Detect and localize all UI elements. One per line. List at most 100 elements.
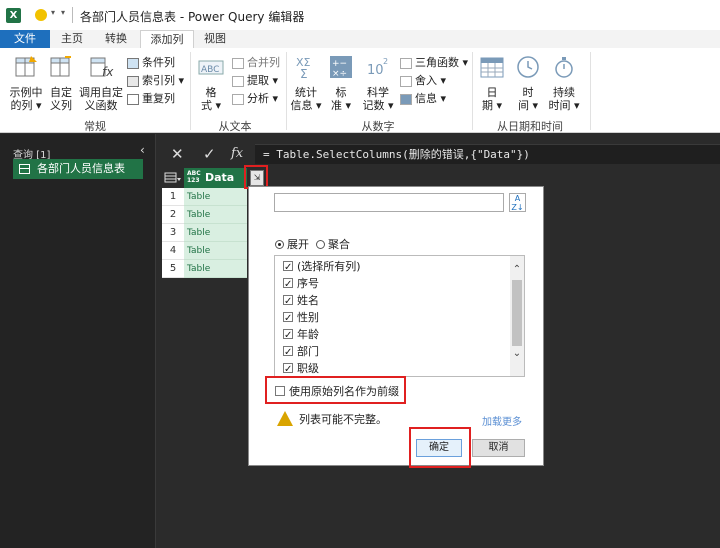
cancel-button[interactable]: 取消 — [472, 439, 525, 457]
collapse-queries-icon[interactable]: ‹ — [140, 143, 145, 157]
feedback-smiley-icon[interactable] — [35, 9, 47, 21]
insert-function-icon[interactable]: fx — [231, 146, 243, 161]
column-checkbox[interactable]: 职级 — [283, 360, 319, 376]
custom-column-label-2: 义列 — [50, 99, 72, 112]
table-menu-icon[interactable] — [162, 168, 184, 188]
tab-file[interactable]: 文件 — [0, 30, 50, 48]
merge-columns-label: 合并列 — [247, 56, 280, 69]
invoke-custom-function-button[interactable]: fx 调用自定 义函数 — [78, 54, 124, 112]
rounding-label: 舍入 — [415, 74, 437, 87]
radio-expand[interactable]: 展开 — [275, 236, 309, 252]
standard-operators-icon: +−×÷ — [330, 56, 352, 79]
table-cell[interactable]: Table — [184, 224, 247, 242]
tab-add-column[interactable]: 添加列 — [140, 30, 194, 48]
svg-text:Σ: Σ — [300, 67, 308, 80]
row-number: 5 — [162, 260, 184, 278]
group-separator — [286, 52, 287, 130]
column-checkbox[interactable]: 性别 — [283, 309, 319, 327]
rounding-button[interactable]: 舍入 ▾ — [400, 73, 446, 89]
scientific-button[interactable]: 10 2 科学 记数 ▾ — [360, 54, 396, 112]
information-icon — [400, 93, 412, 105]
svg-text:×÷: ×÷ — [332, 69, 347, 79]
scroll-up-icon[interactable]: ⌃ — [510, 264, 524, 275]
query-item[interactable]: 各部门人员信息表 — [13, 159, 143, 179]
row-number: 2 — [162, 206, 184, 224]
query-item-label: 各部门人员信息表 — [37, 162, 125, 175]
merge-columns-icon — [232, 57, 244, 69]
index-column-icon — [127, 75, 139, 87]
tab-transform[interactable]: 转换 — [94, 30, 138, 48]
table-cell[interactable]: Table — [184, 260, 247, 278]
column-checkbox[interactable]: 年龄 — [283, 326, 319, 344]
title-bar: X ▾ ▾ 各部门人员信息表 - Power Query 编辑器 — [0, 0, 720, 30]
formula-input[interactable]: = Table.SelectColumns(删除的错误,{"Data"}) — [255, 144, 720, 164]
group-separator — [472, 52, 473, 130]
sort-az-button[interactable]: A Z↓ — [509, 193, 526, 212]
scientific-power-icon: 102 — [367, 57, 388, 78]
standard-button[interactable]: +− ×÷ 标 准 ▾ — [326, 54, 356, 112]
clock-icon — [517, 56, 539, 78]
column-type-icon[interactable]: ABC 123 — [187, 170, 201, 184]
group-separator — [590, 52, 591, 130]
svg-text:ABC: ABC — [201, 65, 219, 75]
trigonometry-button[interactable]: 三角函数 ▾ — [400, 55, 468, 71]
invoke-function-icon: fx — [90, 57, 114, 79]
table-cell[interactable]: Table — [184, 242, 247, 260]
information-button[interactable]: 信息 ▾ — [400, 91, 446, 107]
duplicate-column-button[interactable]: 重复列 — [127, 91, 175, 107]
index-column-button[interactable]: 索引列 ▾ — [127, 73, 184, 89]
confirm-formula-icon[interactable]: ✓ — [203, 145, 216, 163]
time-button[interactable]: 时 间 ▾ — [512, 54, 544, 112]
column-checkbox[interactable]: 序号 — [283, 275, 319, 293]
table-cell[interactable]: Table — [184, 206, 247, 224]
format-button[interactable]: ABC 格 式 ▾ — [196, 54, 226, 112]
load-more-link[interactable]: 加载更多 — [482, 413, 522, 428]
standard-label-1: 标 — [335, 86, 347, 99]
svg-text:10: 10 — [367, 63, 384, 78]
trigonometry-label: 三角函数 — [415, 56, 459, 69]
conditional-column-button[interactable]: 条件列 — [127, 55, 175, 71]
checkbox-checked-icon — [283, 327, 293, 344]
queries-pane: 查询 [1] ‹ 各部门人员信息表 — [0, 134, 156, 548]
highlight-ok-button — [409, 427, 471, 468]
parse-button[interactable]: 分析 ▾ — [232, 91, 278, 107]
date-button[interactable]: 日 期 ▾ — [476, 54, 508, 112]
column-checkbox[interactable]: 姓名 — [283, 292, 319, 310]
rounding-icon — [400, 75, 412, 87]
duration-button[interactable]: 持续 时间 ▾ — [546, 54, 582, 112]
duration-label-2: 时间 ▾ — [548, 99, 580, 112]
statistics-label-2: 信息 ▾ — [290, 99, 322, 112]
date-label-2: 期 ▾ — [481, 99, 503, 112]
feedback-dropdown-icon[interactable]: ▾ — [51, 8, 55, 17]
custom-column-button[interactable]: 自定 义列 — [46, 54, 76, 112]
column-search-input[interactable] — [274, 193, 504, 212]
invoke-custom-function-label-1: 调用自定 — [79, 86, 123, 99]
column-checkbox[interactable]: 部门 — [283, 343, 319, 361]
svg-text:fx: fx — [102, 65, 114, 79]
trigonometry-icon — [400, 57, 412, 69]
quick-access-dropdown-icon[interactable]: ▾ — [61, 8, 65, 17]
column-list-scrollbar[interactable]: ⌃ ⌄ — [510, 256, 524, 376]
group-separator — [190, 52, 191, 130]
custom-column-icon — [50, 56, 71, 77]
formula-bar: ✕ ✓ fx = Table.SelectColumns(删除的错误,{"Dat… — [157, 140, 720, 166]
parse-icon — [232, 93, 244, 105]
table-cell[interactable]: Table — [184, 188, 247, 206]
cancel-formula-icon[interactable]: ✕ — [171, 145, 184, 163]
column-checkbox-select-all[interactable]: (选择所有列) — [283, 258, 361, 276]
group-label-general: 常规 — [84, 120, 106, 133]
tab-home[interactable]: 主页 — [52, 30, 92, 48]
scroll-down-icon[interactable]: ⌄ — [510, 348, 524, 359]
column-from-examples-button[interactable]: 示例中 的列 ▾ — [6, 54, 46, 112]
merge-columns-button[interactable]: 合并列 — [232, 55, 280, 71]
column-label: 性别 — [297, 311, 319, 324]
column-header-data[interactable]: ABC 123 Data — [184, 168, 247, 188]
radio-aggregate[interactable]: 聚合 — [316, 236, 350, 252]
scrollbar-thumb[interactable] — [512, 280, 522, 346]
extract-button[interactable]: 提取 ▾ — [232, 73, 278, 89]
column-label: 姓名 — [297, 294, 319, 307]
statistics-button[interactable]: XΣ Σ 统计 信息 ▾ — [290, 54, 322, 112]
conditional-column-icon — [127, 57, 139, 69]
tab-view[interactable]: 视图 — [196, 30, 234, 48]
index-column-label: 索引列 — [142, 74, 175, 87]
